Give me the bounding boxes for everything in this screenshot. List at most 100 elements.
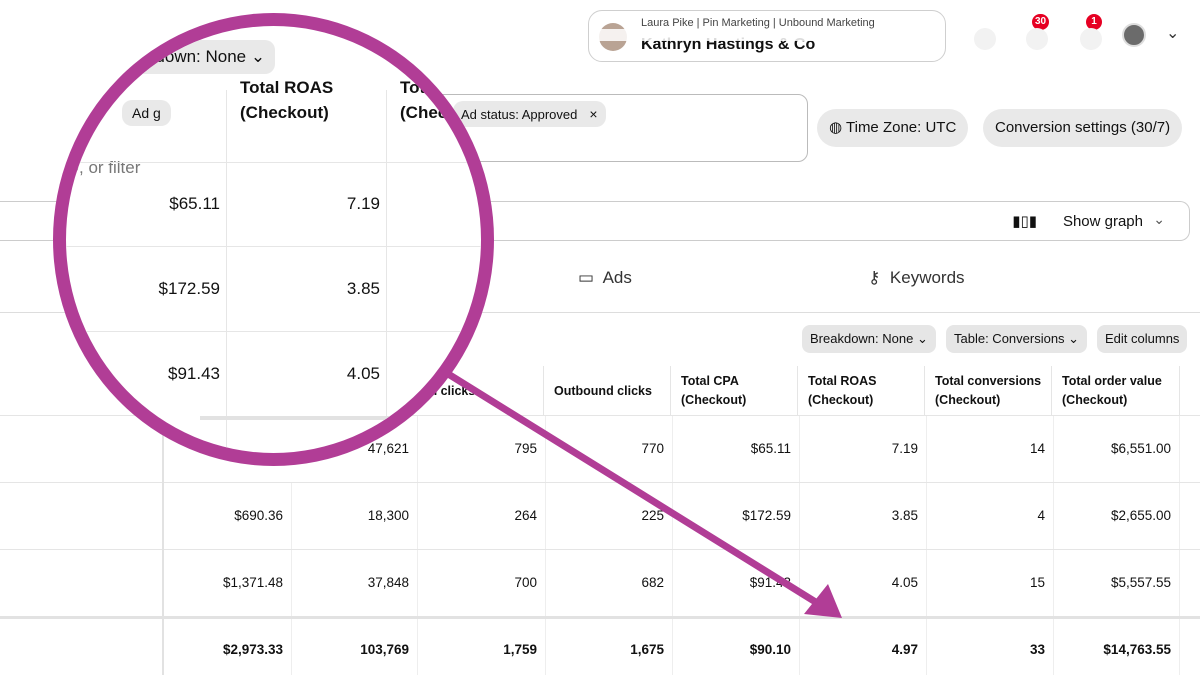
chevron-down-icon[interactable]: ⌄ (1153, 211, 1165, 228)
total-order-value-total: $14,763.55 (1054, 619, 1180, 675)
spend-total: $2,973.33 (164, 619, 292, 675)
outbound-clicks-cell: 770 (546, 416, 673, 482)
spend-cell: $690.36 (164, 483, 292, 549)
magnified-row-rule (66, 162, 481, 163)
total-order-value-cell: $2,655.00 (1054, 483, 1180, 549)
total-cpa-cell: $172.59 (673, 483, 800, 549)
edit-columns-button[interactable]: Edit columns (1097, 325, 1188, 353)
total-roas-cell: 4.05 (800, 550, 927, 616)
top-icons: 30 1 ⌄ (968, 14, 1200, 54)
table-label: Table: Conversions (954, 331, 1065, 346)
close-icon[interactable]: × (589, 106, 597, 122)
header-total-order-value[interactable]: Total order value (Checkout) (1054, 366, 1180, 416)
magnified-header-conversions: Total conver (Checkout) (400, 75, 494, 125)
impressions-total: 103,769 (292, 619, 418, 675)
total-cpa-total: $90.10 (673, 619, 800, 675)
magnified-chip-active: ive × (53, 100, 102, 126)
total-conversions-cell: 4 (927, 483, 1054, 549)
chevron-down-icon[interactable]: ⌄ (1166, 23, 1179, 43)
tab-keywords-label: Keywords (889, 268, 965, 287)
user-avatar[interactable] (1122, 23, 1146, 47)
magnified-roas-value: 7.19 (346, 194, 380, 213)
outbound-clicks-cell: 225 (546, 483, 673, 549)
table-row[interactable]: $690.36 18,300 264 225 $172.59 3.85 4 $2… (0, 482, 1200, 549)
tab-ads-label: Ads (602, 268, 632, 287)
account-switcher[interactable]: Laura Pike | Pin Marketing | Unbound Mar… (588, 10, 946, 62)
magnified-breakdown-chip: eakdown: None ⌄ (118, 40, 276, 74)
magnified-cpa-value: $65.11 (169, 194, 220, 213)
account-owner-line: Laura Pike | Pin Marketing | Unbound Mar… (641, 17, 875, 29)
magnified-header-conversions-line1: Total conver (400, 78, 494, 97)
header-total-order-value-line1: Total order value (1062, 374, 1162, 388)
total-conversions-cell: 14 (927, 416, 1054, 482)
tab-ads[interactable]: ▭ Ads (578, 268, 632, 288)
header-total-roas-line1: Total ROAS (808, 374, 877, 388)
table-row[interactable]: $1,371.48 37,848 700 682 $91.43 4.05 15 … (0, 549, 1200, 616)
magnified-conversions-value: 4 (480, 279, 481, 299)
header-total-order-value-line2: (Checkout) (1062, 393, 1128, 407)
key-icon: ⚷ (868, 268, 881, 287)
magnified-cpa-value: $91.43 (168, 364, 220, 383)
header-total-roas[interactable]: Total ROAS (Checkout) (800, 366, 925, 416)
magnified-cpa-value: $172.59 (158, 279, 220, 298)
link-clicks-cell: 700 (418, 550, 546, 616)
bar-chart-icon: ▮▯▮ (1012, 213, 1037, 230)
impressions-cell: 37,848 (292, 550, 418, 616)
total-cpa-cell: $65.11 (673, 416, 800, 482)
totals-row: $2,973.33 103,769 1,759 1,675 $90.10 4.9… (0, 616, 1200, 675)
header-total-cpa[interactable]: Total CPA (Checkout) (673, 366, 798, 416)
magnified-breakdown-label: eakdown: None (128, 47, 247, 66)
header-total-conversions[interactable]: Total conversions (Checkout) (927, 366, 1052, 416)
link-clicks-cell: 264 (418, 483, 546, 549)
globe-icon: ◍ (829, 119, 843, 136)
time-zone-button[interactable]: ◍ Time Zone: UTC (817, 109, 969, 147)
outbound-clicks-total: 1,675 (546, 619, 673, 675)
link-clicks-total: 1,759 (418, 619, 546, 675)
magnified-header-roas-line2: (Checkout) (240, 103, 329, 122)
notifications-icon[interactable] (1026, 28, 1048, 50)
time-zone-label: Time Zone: UTC (846, 119, 957, 136)
total-order-value-cell: $6,551.00 (1054, 416, 1180, 482)
outbound-clicks-cell: 682 (546, 550, 673, 616)
magnified-column-rule (226, 90, 227, 453)
magnified-chip-adgroup: Ad g (122, 100, 171, 126)
magnified-roas-value: 3.85 (346, 279, 380, 298)
magnifier-callout: eakdown: None ⌄ ive × Ad g ID, or filter… (53, 13, 494, 466)
magnified-header-conversions-line2: (Checkout) (400, 103, 489, 122)
magnified-row-rule (66, 246, 481, 247)
total-conversions-total: 33 (927, 619, 1054, 675)
header-total-roas-line2: (Checkout) (808, 393, 874, 407)
account-blur (589, 29, 945, 41)
impressions-cell: 18,300 (292, 483, 418, 549)
magnified-search-placeholder: ID, or filter (62, 158, 141, 177)
magnified-row-rule (66, 331, 481, 332)
total-cpa-cell: $91.43 (673, 550, 800, 616)
magnified-column-rule (386, 90, 387, 453)
breakdown-label: Breakdown: None (810, 331, 914, 346)
header-total-cpa-line2: (Checkout) (681, 393, 747, 407)
total-roas-cell: 3.85 (800, 483, 927, 549)
header-outbound-clicks[interactable]: Outbound clicks (546, 366, 671, 416)
magnified-totals-rule (200, 416, 481, 420)
total-roas-cell: 7.19 (800, 416, 927, 482)
messages-icon[interactable] (974, 28, 996, 50)
alerts-icon[interactable] (1080, 28, 1102, 50)
magnified-header-roas: Total ROAS (Checkout) (240, 75, 333, 125)
magnified-chip-active-label: ive (53, 105, 70, 121)
spend-cell: $1,371.48 (164, 550, 292, 616)
table-dropdown[interactable]: Table: Conversions ⌄ (946, 325, 1088, 353)
magnifier-content: eakdown: None ⌄ ive × Ad g ID, or filter… (53, 26, 494, 453)
tab-keywords[interactable]: ⚷ Keywords (868, 268, 965, 288)
close-icon: × (83, 105, 92, 121)
header-total-conversions-line2: (Checkout) (935, 393, 1001, 407)
header-total-conversions-line1: Total conversions (935, 374, 1042, 388)
magnified-roas-value: 4.05 (346, 364, 380, 383)
magnified-header-roas-line1: Total ROAS (240, 78, 334, 97)
ad-icon: ▭ (578, 268, 595, 287)
show-graph-button[interactable]: Show graph (1063, 213, 1143, 230)
conversion-settings-button[interactable]: Conversion settings (30/7) (983, 109, 1183, 147)
total-roas-total: 4.97 (800, 619, 927, 675)
total-order-value-cell: $5,557.55 (1054, 550, 1180, 616)
header-total-cpa-line1: Total CPA (681, 374, 739, 388)
breakdown-dropdown[interactable]: Breakdown: None ⌄ (802, 325, 936, 353)
